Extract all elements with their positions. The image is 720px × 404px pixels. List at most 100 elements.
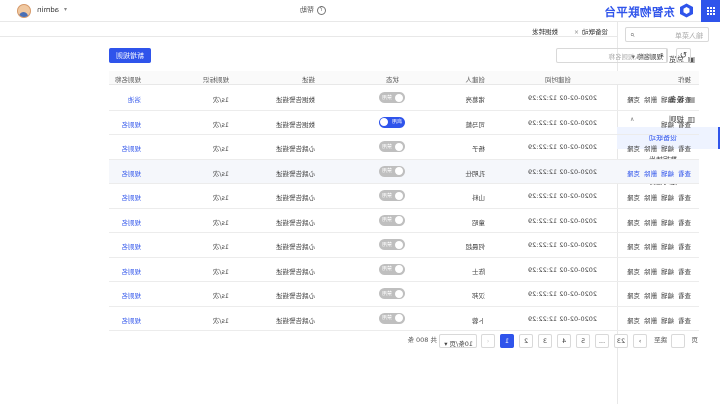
row-action-link[interactable]: 编辑: [661, 243, 674, 251]
rule-id-cell: 1s/次: [212, 316, 229, 325]
status-toggle[interactable]: 禁用: [379, 165, 405, 177]
close-icon[interactable]: ×: [574, 29, 579, 36]
row-action-link[interactable]: 删除: [644, 292, 657, 300]
search-icon[interactable]: ⌕: [660, 50, 664, 60]
search-input[interactable]: 请输入规则名称: [609, 51, 655, 61]
row-action-link[interactable]: 编辑: [661, 96, 674, 104]
row-action-link[interactable]: 删除: [644, 317, 657, 325]
status-toggle[interactable]: 禁用: [379, 190, 405, 201]
row-action-link[interactable]: 查看: [678, 219, 691, 227]
page-size-select[interactable]: 10条/页 ▾: [439, 334, 477, 348]
status-toggle[interactable]: 禁用: [379, 92, 405, 103]
goto-label: 跳至: [654, 336, 667, 344]
row-action-link[interactable]: 克隆: [627, 268, 640, 276]
row-action-link[interactable]: 编辑: [661, 170, 674, 178]
username[interactable]: admin: [37, 6, 59, 14]
row-action-link[interactable]: 编辑: [661, 121, 674, 129]
row-action-link[interactable]: 克隆: [627, 292, 640, 300]
page-button[interactable]: 2: [519, 334, 533, 348]
row-action-link[interactable]: 编辑: [661, 145, 674, 153]
row-action-link[interactable]: 删除: [644, 243, 657, 251]
rule-name-link[interactable]: 浴池: [128, 94, 141, 104]
page-button[interactable]: 23: [614, 334, 628, 348]
rule-id-cell: 1s/次: [212, 169, 229, 178]
rule-desc-cell: 心跳告警描述: [276, 267, 315, 276]
next-page-button[interactable]: ›: [633, 334, 647, 348]
chevron-down-icon: ▾: [444, 340, 448, 348]
row-action-link[interactable]: 查看: [678, 145, 691, 153]
creator-cell: 卜蓉: [472, 316, 485, 325]
status-toggle[interactable]: 禁用: [379, 214, 405, 226]
app-menu-button[interactable]: [701, 0, 720, 22]
status-toggle[interactable]: 禁用: [379, 239, 405, 250]
status-toggle[interactable]: 禁用: [379, 288, 405, 299]
row-action-link[interactable]: 查看: [678, 243, 691, 251]
refresh-icon[interactable]: ↻: [676, 48, 691, 63]
rule-name-link[interactable]: 规则名: [122, 143, 142, 153]
row-action-link[interactable]: 编辑: [661, 194, 674, 202]
status-toggle[interactable]: 禁用: [379, 263, 405, 275]
row-action-link[interactable]: 编辑: [661, 219, 674, 227]
prev-page-button[interactable]: ‹: [481, 334, 495, 348]
status-toggle[interactable]: 禁用: [379, 141, 405, 152]
row-action-link[interactable]: 删除: [644, 194, 657, 202]
question-icon: ?: [317, 5, 326, 15]
rule-name-link[interactable]: 规则名: [122, 290, 142, 300]
row-action-link[interactable]: 删除: [644, 145, 657, 153]
page-button[interactable]: 5: [576, 334, 590, 348]
row-action-link[interactable]: 删除: [644, 96, 657, 104]
rule-desc-cell: 心跳告警描述: [276, 145, 315, 153]
row-action-link[interactable]: 查看: [678, 317, 691, 325]
rule-name-link[interactable]: 规则名: [122, 192, 142, 202]
row-action-link[interactable]: 删除: [644, 219, 657, 227]
row-action-link[interactable]: 编辑: [661, 292, 674, 300]
row-action-link[interactable]: 删除: [644, 170, 657, 178]
chevron-down-icon[interactable]: ▾: [64, 6, 67, 13]
tab-linkage[interactable]: 设备联动×: [570, 24, 612, 36]
page-button[interactable]: 3: [538, 334, 552, 348]
row-actions: 查看编辑: [657, 119, 691, 129]
rule-name-link[interactable]: 规则名: [122, 168, 142, 178]
row-action-link[interactable]: 克隆: [627, 145, 640, 153]
rule-desc-cell: 数据告警描述: [276, 120, 315, 129]
help-link[interactable]: ? 帮助: [300, 5, 326, 15]
avatar[interactable]: [17, 4, 31, 18]
goto-page-input[interactable]: [671, 334, 685, 348]
row-action-link[interactable]: 编辑: [661, 317, 674, 325]
created-time-cell: 2020-02-02 12:22:29: [527, 290, 597, 298]
page-button[interactable]: 1: [500, 334, 514, 348]
row-actions: 查看编辑删除克隆: [623, 266, 691, 276]
tab-forward[interactable]: 数据转发: [528, 24, 562, 36]
row-action-link[interactable]: 克隆: [627, 317, 640, 325]
row-action-link[interactable]: 克隆: [627, 194, 640, 202]
row-action-link[interactable]: 克隆: [627, 243, 640, 251]
row-action-link[interactable]: 克隆: [627, 96, 640, 104]
menu-search-input[interactable]: 输入菜单 ⌕: [625, 27, 709, 42]
page-button[interactable]: 4: [557, 334, 571, 348]
rule-name-link[interactable]: 规则名: [122, 315, 142, 325]
row-action-link[interactable]: 查看: [678, 96, 691, 104]
status-label: 禁用: [382, 241, 393, 248]
status-toggle[interactable]: 禁用: [379, 312, 405, 324]
status-label: 禁用: [382, 266, 393, 272]
status-toggle[interactable]: 启用: [379, 116, 405, 128]
created-time-cell: 2020-02-02 12:22:29: [527, 216, 597, 225]
row-action-link[interactable]: 克隆: [627, 170, 640, 178]
row-action-link[interactable]: 查看: [678, 194, 691, 202]
tab-bar: 设备联动× 数据转发: [0, 22, 617, 37]
menu-search-placeholder: 输入菜单: [675, 32, 703, 40]
row-action-link[interactable]: 查看: [678, 121, 691, 129]
rule-name-link[interactable]: 规则名: [122, 266, 142, 276]
rule-search: 规则名称 ▾ 请输入规则名称 ⌕: [556, 48, 668, 63]
rule-name-link[interactable]: 规则名: [122, 217, 142, 227]
row-action-link[interactable]: 查看: [678, 170, 691, 178]
row-action-link[interactable]: 查看: [678, 268, 691, 276]
add-rule-button[interactable]: 新增规则: [109, 48, 151, 63]
rule-name-link[interactable]: 规则名: [122, 241, 142, 251]
page-ellipsis[interactable]: ...: [595, 334, 609, 348]
row-action-link[interactable]: 编辑: [661, 268, 674, 276]
rule-name-link[interactable]: 规则名: [122, 119, 142, 129]
row-action-link[interactable]: 查看: [678, 292, 691, 300]
row-action-link[interactable]: 删除: [644, 268, 657, 276]
row-action-link[interactable]: 克隆: [627, 219, 640, 227]
